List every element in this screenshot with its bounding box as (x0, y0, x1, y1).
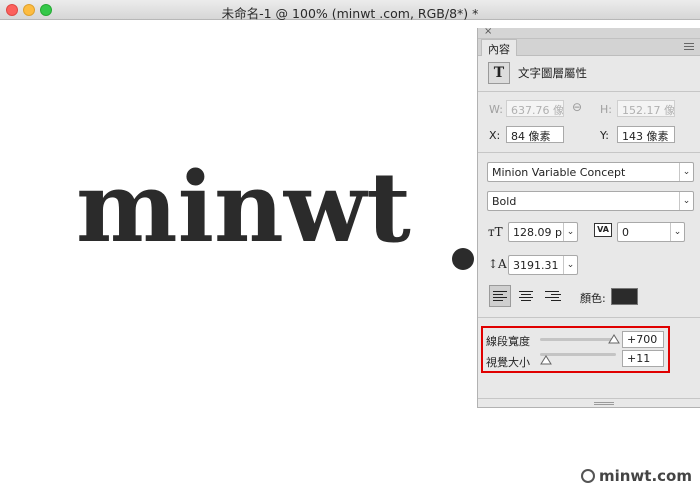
panel-title: T 文字圖層屬性 (488, 62, 587, 84)
panel-tabbar: 內容 (478, 39, 700, 56)
x-field[interactable]: 84 像素 (506, 126, 564, 143)
divider (478, 398, 700, 399)
divider (478, 317, 700, 318)
font-size-value: 128.09 p (513, 226, 562, 239)
align-left-button[interactable] (489, 285, 511, 307)
highlight-annotation (481, 326, 670, 373)
watermark-logo-icon (580, 469, 595, 483)
font-size-dropdown[interactable]: 128.09 p ⌄ (508, 222, 578, 242)
font-style-value: Bold (492, 195, 517, 208)
height-field: 152.17 像素 (617, 100, 675, 117)
panel-resize-grip[interactable] (594, 402, 614, 405)
link-icon[interactable]: ⊖ (572, 100, 582, 114)
text-layer-icon: T (488, 62, 510, 84)
chevron-down-icon: ⌄ (563, 223, 577, 241)
align-center-button[interactable] (515, 285, 537, 307)
tracking-value: 0 (622, 226, 629, 239)
tracking-icon: VA (594, 223, 612, 237)
text-color-swatch[interactable] (611, 288, 638, 305)
chevron-down-icon: ⌄ (670, 223, 684, 241)
align-right-button[interactable] (541, 285, 563, 307)
leading-icon: ↕A (488, 257, 507, 271)
x-label: X: (489, 129, 501, 142)
font-size-icon: ᴛT (488, 225, 503, 239)
watermark: minwt.com (580, 467, 692, 485)
tracking-dropdown[interactable]: 0 ⌄ (617, 222, 685, 242)
chevron-down-icon: ⌄ (563, 256, 577, 274)
font-family-value: Minion Variable Concept (492, 166, 626, 179)
y-label: Y: (600, 129, 609, 142)
layer-type-label: 文字圖層屬性 (518, 66, 587, 80)
window-titlebar: 未命名-1 @ 100% (minwt .com, RGB/8*) * (0, 0, 700, 21)
leading-value: 3191.31 (513, 259, 559, 272)
color-label: 顏色: (580, 292, 606, 305)
w-label: W: (489, 103, 503, 116)
tab-properties[interactable]: 內容 (481, 39, 517, 56)
watermark-text: minwt.com (598, 467, 692, 485)
font-style-dropdown[interactable]: Bold ⌄ (487, 191, 694, 211)
divider (478, 152, 700, 153)
chevron-down-icon: ⌄ (679, 192, 693, 210)
font-family-dropdown[interactable]: Minion Variable Concept ⌄ (487, 162, 694, 182)
chevron-down-icon: ⌄ (679, 163, 693, 181)
window-title: 未命名-1 @ 100% (minwt .com, RGB/8*) * (221, 6, 479, 21)
h-label: H: (600, 103, 612, 116)
close-panel-icon[interactable]: × (484, 26, 492, 37)
canvas-text-period (452, 248, 474, 270)
panel-menu-icon[interactable] (684, 43, 694, 52)
y-field[interactable]: 143 像素 (617, 126, 675, 143)
leading-dropdown[interactable]: 3191.31 ⌄ (508, 255, 578, 275)
canvas-text-layer[interactable]: minwt (76, 160, 411, 256)
divider (478, 91, 700, 92)
width-field: 637.76 像素 (506, 100, 564, 117)
panel-header: × (478, 26, 700, 39)
